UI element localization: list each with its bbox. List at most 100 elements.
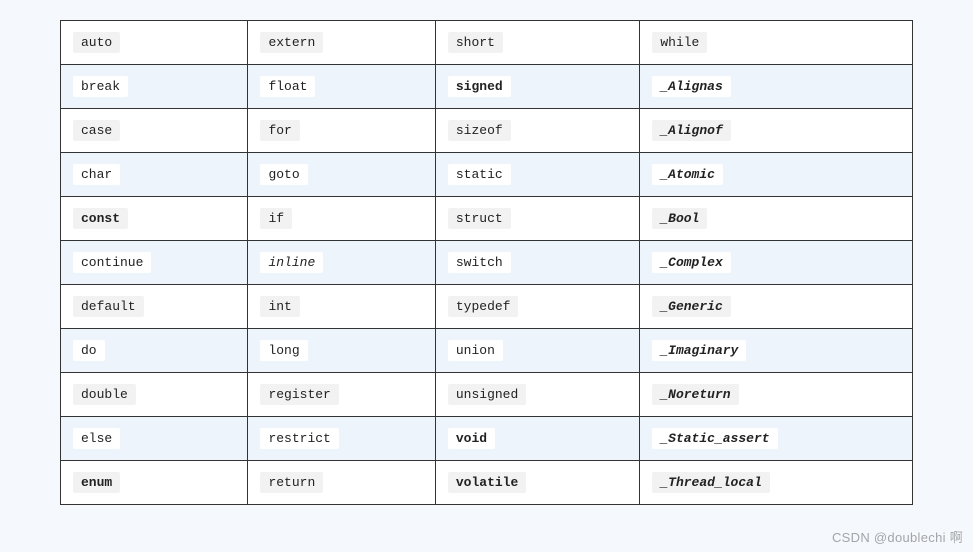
keyword: register [260, 384, 338, 405]
keyword: sizeof [448, 120, 511, 141]
table-row: case for sizeof _Alignof [61, 109, 913, 153]
table-cell: char [61, 153, 248, 197]
keyword: signed [448, 76, 511, 97]
table-cell: _Alignof [640, 109, 913, 153]
table-cell: _Thread_local [640, 461, 913, 505]
keyword: const [73, 208, 128, 229]
table-cell: void [435, 417, 639, 461]
table-cell: _Atomic [640, 153, 913, 197]
table-cell: const [61, 197, 248, 241]
keyword: short [448, 32, 503, 53]
table-cell: inline [248, 241, 435, 285]
keyword: _Atomic [652, 164, 723, 185]
table-cell: static [435, 153, 639, 197]
keyword: char [73, 164, 120, 185]
keyword: else [73, 428, 120, 449]
keyword: auto [73, 32, 120, 53]
table-row: const if struct _Bool [61, 197, 913, 241]
keyword: _Static_assert [652, 428, 777, 449]
keyword: _Noreturn [652, 384, 738, 405]
keyword: return [260, 472, 323, 493]
table-cell: case [61, 109, 248, 153]
table-cell: _Bool [640, 197, 913, 241]
table-cell: extern [248, 21, 435, 65]
table-cell: default [61, 285, 248, 329]
table-cell: short [435, 21, 639, 65]
keyword: if [260, 208, 292, 229]
keyword: for [260, 120, 299, 141]
table-row: default int typedef _Generic [61, 285, 913, 329]
table-cell: _Noreturn [640, 373, 913, 417]
table-cell: restrict [248, 417, 435, 461]
table-cell: struct [435, 197, 639, 241]
table-cell: float [248, 65, 435, 109]
table-cell: long [248, 329, 435, 373]
table-row: do long union _Imaginary [61, 329, 913, 373]
keyword: void [448, 428, 495, 449]
table-cell: else [61, 417, 248, 461]
keywords-table: auto extern short while break float signed _Ali… [60, 20, 913, 505]
keyword: while [652, 32, 707, 53]
keyword: case [73, 120, 120, 141]
table-row: char goto static _Atomic [61, 153, 913, 197]
keyword: enum [73, 472, 120, 493]
keyword: union [448, 340, 503, 361]
keyword: _Bool [652, 208, 707, 229]
table-cell: do [61, 329, 248, 373]
keyword: do [73, 340, 105, 361]
keyword: float [260, 76, 315, 97]
table-row: auto extern short while [61, 21, 913, 65]
table-cell: return [248, 461, 435, 505]
table-cell: int [248, 285, 435, 329]
keyword: typedef [448, 296, 519, 317]
table-cell: _Static_assert [640, 417, 913, 461]
keyword: double [73, 384, 136, 405]
keyword: restrict [260, 428, 338, 449]
table-row: enum return volatile _Thread_local [61, 461, 913, 505]
table-row: double register unsigned _Noreturn [61, 373, 913, 417]
table-cell: if [248, 197, 435, 241]
table-cell: register [248, 373, 435, 417]
keyword: long [260, 340, 307, 361]
table-cell: _Generic [640, 285, 913, 329]
table-cell: typedef [435, 285, 639, 329]
keyword: extern [260, 32, 323, 53]
table-cell: signed [435, 65, 639, 109]
table-cell: continue [61, 241, 248, 285]
keyword: _Alignas [652, 76, 730, 97]
keyword: continue [73, 252, 151, 273]
table-cell: _Alignas [640, 65, 913, 109]
table-row: break float signed _Alignas [61, 65, 913, 109]
keyword: _Thread_local [652, 472, 769, 493]
table-cell: enum [61, 461, 248, 505]
keyword: default [73, 296, 144, 317]
table-cell: _Imaginary [640, 329, 913, 373]
keyword: inline [260, 252, 323, 273]
table-cell: for [248, 109, 435, 153]
keyword: static [448, 164, 511, 185]
keyword: goto [260, 164, 307, 185]
keyword: struct [448, 208, 511, 229]
table-cell: union [435, 329, 639, 373]
keyword: switch [448, 252, 511, 273]
watermark-text: CSDN @doublechi 啊 [832, 527, 963, 546]
table-cell: while [640, 21, 913, 65]
table-cell: sizeof [435, 109, 639, 153]
table-cell: _Complex [640, 241, 913, 285]
table-row: else restrict void _Static_assert [61, 417, 913, 461]
table-cell: auto [61, 21, 248, 65]
table-row: continue inline switch _Complex [61, 241, 913, 285]
keyword: _Complex [652, 252, 730, 273]
table-cell: goto [248, 153, 435, 197]
table-cell: switch [435, 241, 639, 285]
table-cell: break [61, 65, 248, 109]
table-cell: volatile [435, 461, 639, 505]
keyword: _Imaginary [652, 340, 746, 361]
keyword: break [73, 76, 128, 97]
keyword: _Alignof [652, 120, 730, 141]
table-cell: double [61, 373, 248, 417]
keyword: _Generic [652, 296, 730, 317]
keyword: unsigned [448, 384, 526, 405]
keyword: volatile [448, 472, 526, 493]
table-cell: unsigned [435, 373, 639, 417]
